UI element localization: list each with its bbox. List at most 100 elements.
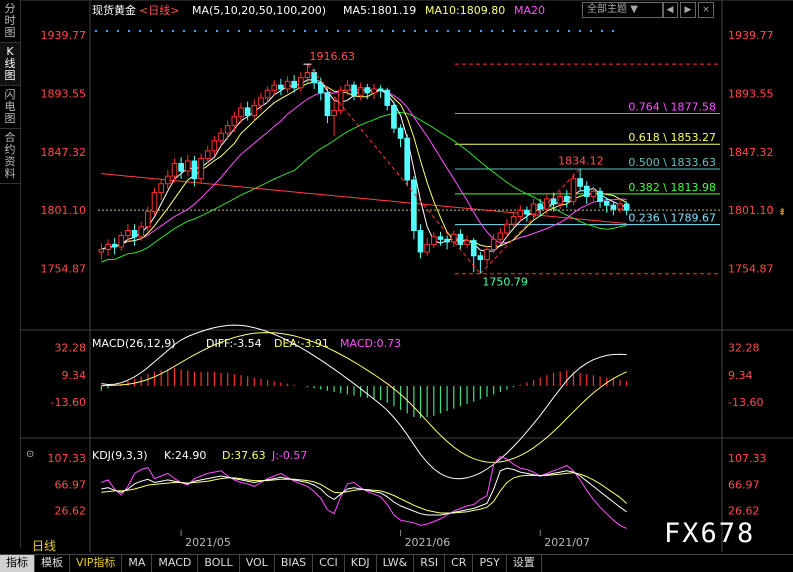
toolbar-tab-4[interactable]: MACD (152, 555, 199, 572)
kdj-y-tick-left: 26.62 (55, 505, 87, 518)
candle-body (550, 198, 557, 205)
marker-dot (490, 29, 494, 33)
marker-dot (402, 29, 406, 33)
toolbar-tab-13[interactable]: PSY (473, 555, 507, 572)
candle-body (291, 80, 298, 89)
sidebar: 分时图K线图闪电图合约资料 (0, 0, 21, 548)
marker-dot (358, 29, 362, 33)
marker-dot (325, 29, 329, 33)
toolbar-tab-10[interactable]: LW& (377, 555, 415, 572)
toolbar-tab-2[interactable]: VIP指标 (70, 555, 123, 572)
y-tick-right: 1754.87 (728, 263, 774, 276)
kdj-y-tick-right: 66.97 (728, 478, 760, 491)
kdj-d: D:37.63 (222, 449, 266, 462)
marker-dot (138, 29, 142, 33)
toolbar-tab-12[interactable]: CR (445, 555, 474, 572)
marker-dot (248, 29, 252, 33)
ma20-value: MA20 (514, 4, 545, 17)
candle-body (377, 88, 384, 91)
marker-dot (589, 29, 593, 33)
marker-dot (204, 29, 208, 33)
period-label[interactable]: 日线 (32, 537, 56, 554)
marker-dot (105, 29, 109, 33)
sidebar-item-2[interactable]: 闪电图 (0, 86, 20, 129)
sidebar-item-0[interactable]: 分时图 (0, 0, 20, 43)
toolbar-tab-9[interactable]: KDJ (345, 555, 377, 572)
marker-dot (457, 29, 461, 33)
toolbar-tab-8[interactable]: CCI (313, 555, 345, 572)
macd-diff: DIFF:-3.54 (206, 337, 262, 350)
theme-select[interactable]: 全部主题 ▼ (582, 2, 664, 18)
candle-body (125, 230, 131, 237)
toolbar-tab-6[interactable]: VOL (240, 555, 275, 572)
candle-body (118, 235, 125, 248)
candle-body (284, 80, 291, 90)
swing-up-line (480, 168, 581, 275)
marker-dot (424, 29, 428, 33)
marker-dot (149, 29, 153, 33)
candle-body (145, 211, 151, 228)
toolbar-tab-3[interactable]: MA (122, 555, 153, 572)
candle-body (391, 104, 397, 129)
watermark-logo: FX678 (664, 518, 756, 549)
sidebar-item-3[interactable]: 合约资料 (0, 129, 20, 184)
marker-dot (578, 29, 582, 33)
candle-body (577, 178, 583, 187)
marker-dot (116, 29, 120, 33)
kdj-y-tick-right: 26.62 (728, 505, 760, 518)
marker-dot (314, 29, 318, 33)
macd-y-tick-left: 9.34 (62, 369, 87, 382)
y-tick-left: 1893.55 (41, 87, 87, 100)
ma-params: MA(5,10,20,50,100,200) (192, 4, 326, 17)
prev-button[interactable]: ◀ (662, 2, 678, 18)
candle-body (171, 163, 178, 177)
candle-body (105, 243, 111, 250)
marker-dot (336, 29, 340, 33)
kdj-y-tick-left: 107.33 (48, 452, 87, 465)
y-tick-left: 1801.10 (41, 204, 87, 217)
candle-body (437, 236, 444, 240)
candle-body (204, 150, 211, 159)
y-tick-right: 1893.55 (728, 87, 774, 100)
candle-body (251, 104, 258, 117)
marker-dot (479, 29, 483, 33)
current-price-arrow-icon: ⇟ (778, 207, 786, 218)
candle-body (331, 109, 337, 117)
ma50-line (101, 111, 627, 263)
candle-body (311, 72, 317, 84)
kdj-title: KDJ(9,3,3) (92, 449, 148, 462)
toolbar-tab-14[interactable]: 设置 (507, 555, 542, 572)
candle-body (464, 240, 470, 245)
toolbar-tab-5[interactable]: BOLL (198, 555, 240, 572)
x-tick-label: 2021/05 (185, 536, 231, 549)
close-button[interactable]: × (698, 2, 714, 18)
marker-dot (512, 29, 516, 33)
toolbar-tab-11[interactable]: RSI (414, 555, 446, 572)
symbol-label: 现货黄金 (92, 3, 136, 17)
candle-body (450, 233, 457, 243)
toolbar-tab-1[interactable]: 模板 (35, 555, 70, 572)
candle-body (218, 132, 224, 142)
candle-body (324, 92, 331, 117)
fib-label-0.382: 0.382 \ 1813.98 (628, 181, 716, 194)
marker-dot (446, 29, 450, 33)
y-tick-right: 1939.77 (728, 29, 774, 42)
candle-body (304, 72, 311, 79)
toolbar-tab-0[interactable]: 指标 (0, 555, 35, 572)
candle-body (138, 226, 145, 238)
candle-body (264, 89, 271, 99)
macd-y-tick-left: -13.60 (51, 396, 86, 409)
sidebar-item-1[interactable]: K线图 (0, 43, 20, 86)
candle-body (477, 255, 484, 261)
next-button[interactable]: ▶ (680, 2, 696, 18)
macd-y-tick-left: 32.28 (55, 342, 87, 355)
candle-body (158, 183, 165, 194)
candle-body (597, 190, 603, 202)
candle-body (417, 230, 424, 253)
chart-area[interactable]: 现货黄金 <日线> MA(5,10,20,50,100,200) MA5:1801.1… (20, 0, 793, 552)
candle-body (364, 87, 371, 94)
toolbar-tab-7[interactable]: BIAS (275, 555, 314, 572)
marker-dot (259, 29, 263, 33)
x-tick-label: 2021/07 (544, 536, 590, 549)
marker-dot (600, 29, 604, 33)
